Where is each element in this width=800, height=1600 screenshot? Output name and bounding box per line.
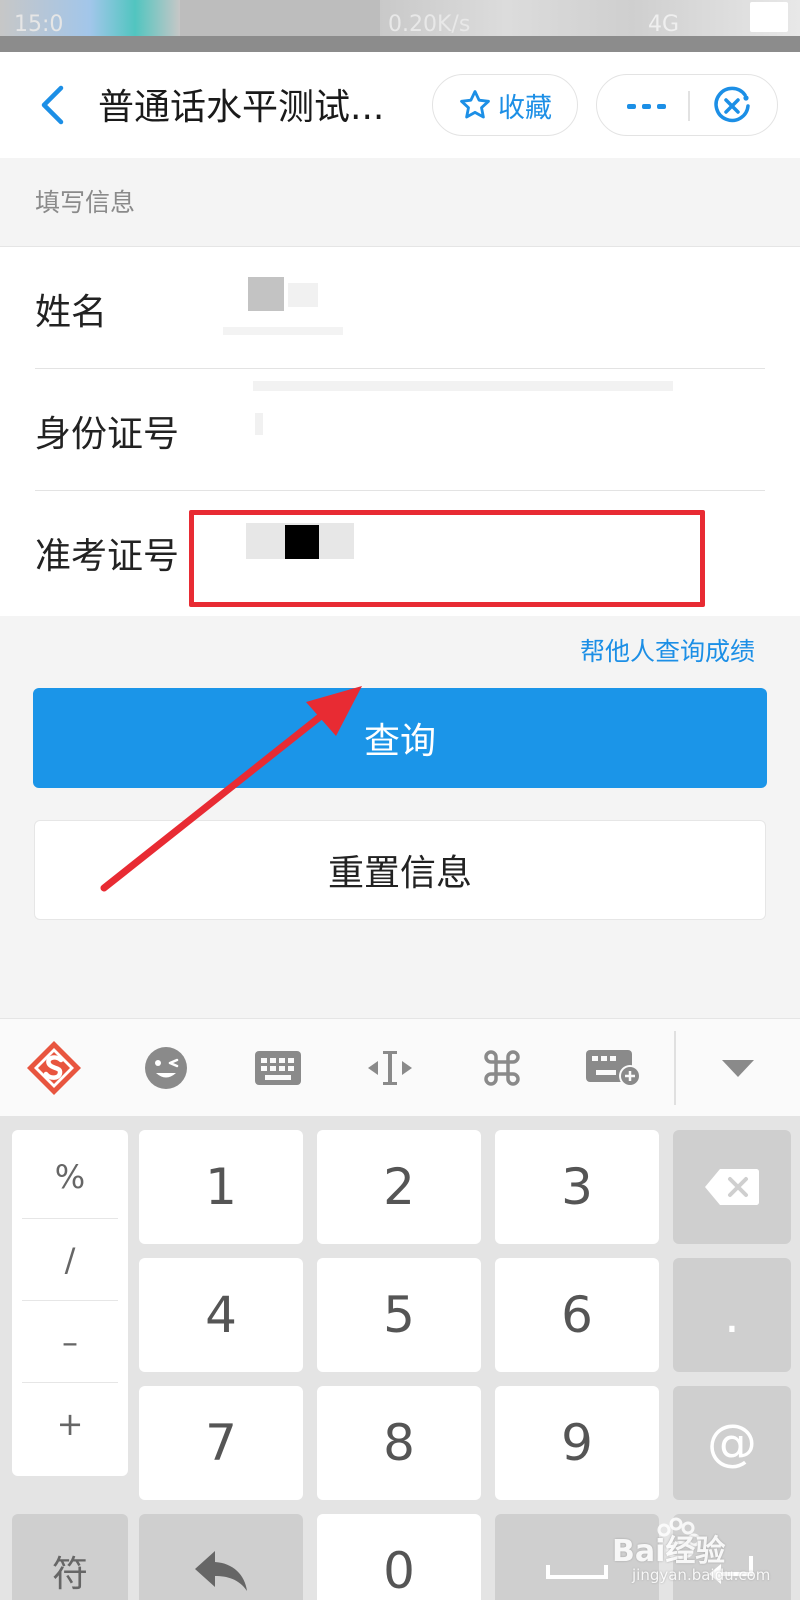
backspace-button[interactable] — [673, 1130, 791, 1244]
command-button[interactable] — [472, 1041, 532, 1095]
hide-keyboard-button[interactable] — [708, 1041, 768, 1095]
sogou-logo-button[interactable] — [24, 1041, 84, 1095]
key-slash[interactable]: / — [22, 1218, 118, 1300]
keyboard-icon — [255, 1051, 301, 1085]
key-7[interactable]: 7 — [139, 1386, 303, 1500]
redacted-value — [253, 381, 673, 391]
return-key[interactable] — [139, 1514, 303, 1600]
keyboard-settings-button[interactable] — [584, 1041, 644, 1095]
command-icon — [484, 1050, 520, 1086]
watermark-brand: Bai经验 — [612, 1534, 726, 1569]
text-cursor-icon — [368, 1051, 412, 1085]
key-6[interactable]: 6 — [495, 1258, 659, 1372]
mini-app-capsule — [596, 74, 778, 136]
redacted-value — [255, 413, 263, 435]
sogou-logo-icon — [27, 1041, 81, 1095]
close-circle-icon — [714, 86, 750, 123]
status-bar: 15:0 0.20K/s 4G — [0, 0, 800, 52]
field-label-name: 姓名 — [35, 292, 108, 333]
backspace-icon — [705, 1169, 760, 1205]
status-network-type: 4G — [648, 12, 680, 37]
key-9[interactable]: 9 — [495, 1386, 659, 1500]
field-label-exam-number: 准考证号 — [35, 536, 180, 577]
reset-button[interactable]: 重置信息 — [34, 820, 766, 920]
more-button[interactable] — [627, 93, 667, 119]
emoji-button[interactable] — [136, 1041, 196, 1095]
redacted-value — [288, 283, 318, 307]
chevron-left-icon — [41, 85, 64, 125]
form-row-id-number: 身份证号 — [35, 369, 765, 491]
favorite-label: 收藏 — [498, 92, 552, 124]
id-number-input[interactable] — [213, 381, 673, 459]
navbar: 普通话水平测试... 收藏 — [0, 52, 800, 158]
name-input[interactable] — [213, 277, 653, 337]
watermark-url: jingyan.baidu.com — [632, 1566, 771, 1584]
key-at[interactable]: @ — [673, 1386, 791, 1500]
watermark: Bai经验 jingyan.baidu.com — [608, 1504, 798, 1594]
symbols-key[interactable]: 符 — [12, 1514, 128, 1600]
status-time: 15:0 — [14, 12, 64, 37]
key-plus[interactable]: + — [22, 1382, 118, 1464]
highlight-box — [189, 510, 705, 607]
close-button[interactable] — [711, 85, 753, 127]
key-8[interactable]: 8 — [317, 1386, 481, 1500]
more-dots-icon — [627, 104, 666, 109]
cursor-move-button[interactable] — [360, 1041, 420, 1095]
form-row-name: 姓名 — [35, 247, 765, 369]
keyboard-layout-button[interactable] — [248, 1041, 308, 1095]
key-1[interactable]: 1 — [139, 1130, 303, 1244]
emoji-wink-icon — [145, 1047, 187, 1089]
field-label-id-number: 身份证号 — [35, 414, 180, 455]
status-bar-strip — [0, 36, 800, 52]
redacted-value — [223, 327, 343, 335]
key-5[interactable]: 5 — [317, 1258, 481, 1372]
key-3[interactable]: 3 — [495, 1130, 659, 1244]
key-2[interactable]: 2 — [317, 1130, 481, 1244]
key-percent[interactable]: % — [22, 1136, 118, 1218]
redacted-value — [248, 277, 284, 311]
space-bar-icon — [546, 1565, 608, 1579]
favorite-button[interactable]: 收藏 — [432, 74, 578, 136]
star-icon — [460, 90, 490, 119]
battery-icon — [750, 2, 788, 32]
key-4[interactable]: 4 — [139, 1258, 303, 1372]
page-title: 普通话水平测试... — [98, 87, 385, 128]
query-button[interactable]: 查询 — [33, 688, 767, 788]
section-label: 填写信息 — [35, 188, 136, 217]
keyboard-toolbar — [0, 1018, 800, 1116]
key-dot[interactable]: . — [673, 1258, 791, 1372]
key-minus[interactable]: – — [22, 1300, 118, 1382]
symbol-column: % / – + — [12, 1130, 128, 1476]
back-button[interactable] — [32, 82, 72, 128]
keyboard-add-icon — [586, 1050, 641, 1087]
help-others-link[interactable]: 帮他人查询成绩 — [580, 632, 755, 668]
status-network-speed: 0.20K/s — [388, 12, 471, 37]
triangle-down-icon — [722, 1060, 754, 1077]
toolbar-divider — [674, 1031, 676, 1105]
key-0[interactable]: 0 — [317, 1514, 481, 1600]
capsule-divider — [688, 91, 690, 121]
undo-arrow-icon — [195, 1551, 247, 1591]
